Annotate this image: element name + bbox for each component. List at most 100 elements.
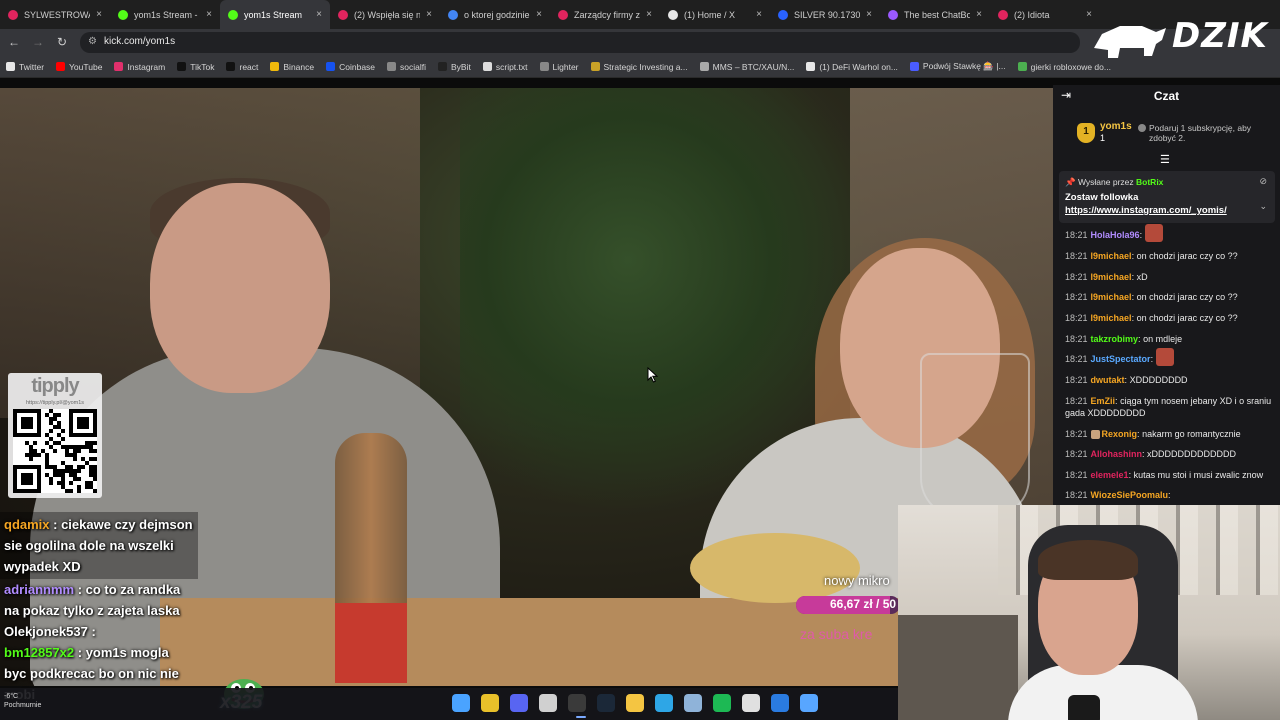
- xcode-icon[interactable]: [771, 694, 789, 712]
- message-user[interactable]: takzrobimy: [1091, 334, 1139, 344]
- message-user[interactable]: elemele1: [1091, 470, 1129, 480]
- bookmark-item[interactable]: TikTok: [177, 62, 214, 72]
- bookmark-label: MMS – BTC/XAU/N...: [712, 61, 795, 72]
- bookmark-item[interactable]: (1) DeFi Warhol on...: [806, 62, 898, 72]
- bookmark-favicon-icon: [438, 62, 448, 71]
- overlay-user: bm12857x2: [4, 645, 75, 660]
- browser-tab[interactable]: (2) Idiota ×: [990, 0, 1100, 29]
- tab-title: yom1s Stream - W: [134, 9, 200, 20]
- bookmark-favicon-icon: [539, 62, 549, 71]
- sync-icon[interactable]: [655, 694, 673, 712]
- tab-favicon-icon: [8, 9, 18, 20]
- close-tab-icon[interactable]: ×: [976, 9, 982, 20]
- bookmark-item[interactable]: react: [226, 62, 258, 72]
- bookmark-item[interactable]: Twitter: [6, 62, 44, 72]
- message-user[interactable]: l9michael: [1091, 313, 1132, 323]
- forward-arrow-icon[interactable]: →: [30, 35, 46, 49]
- donation-goal-widget: nowy mikro 66,67 zł / 50 za suba kre: [796, 570, 900, 650]
- pinned-bot-name[interactable]: BotRix: [1136, 177, 1163, 187]
- gift-sub-prompt[interactable]: Podaruj 1 subskrypcję, aby zdobyć 2.: [1139, 123, 1275, 143]
- close-tab-icon[interactable]: ×: [756, 9, 762, 20]
- bookmark-label: Coinbase: [339, 61, 376, 72]
- overlay-user: Olekjonek537: [4, 624, 88, 639]
- bookmark-item[interactable]: Coinbase: [326, 62, 375, 72]
- discord-icon[interactable]: [510, 694, 528, 712]
- chat-header: ⇥ Czat: [1053, 85, 1280, 107]
- bookmark-favicon-icon: [806, 62, 816, 71]
- bookmark-item[interactable]: Strategic Investing a...: [590, 62, 688, 72]
- bookmark-item[interactable]: Instagram: [114, 62, 165, 72]
- bookmark-item[interactable]: YouTube: [56, 62, 102, 72]
- url-text: kick.com/yom1s: [104, 36, 176, 47]
- tool-icon[interactable]: [684, 694, 702, 712]
- overlay-message: adriannmm : co to za randka na pokaz tyl…: [4, 582, 181, 618]
- site-info-icon[interactable]: ⚙: [88, 36, 97, 47]
- folder-icon[interactable]: [626, 694, 644, 712]
- browser-tab[interactable]: yom1s Stream - W ×: [110, 0, 220, 29]
- hide-pin-icon[interactable]: ⊘: [1259, 176, 1267, 187]
- pinned-sent-by: Wysłane przez: [1077, 177, 1134, 187]
- message-user[interactable]: l9michael: [1091, 292, 1132, 302]
- chat-message: 18:21 JustSpectator:: [1065, 347, 1277, 366]
- close-tab-icon[interactable]: ×: [866, 9, 872, 20]
- bookmark-favicon-icon: [56, 62, 66, 71]
- bookmark-item[interactable]: socialfi: [387, 62, 426, 72]
- bookmark-favicon-icon: [326, 62, 336, 71]
- message-user[interactable]: dwutakt: [1091, 375, 1125, 385]
- bookmark-item[interactable]: MMS – BTC/XAU/N...: [699, 61, 795, 72]
- close-tab-icon[interactable]: ×: [536, 9, 542, 20]
- close-tab-icon[interactable]: ×: [426, 9, 432, 20]
- close-tab-icon[interactable]: ×: [206, 9, 212, 20]
- app2-icon[interactable]: [742, 694, 760, 712]
- message-user[interactable]: JustSpectator: [1091, 354, 1151, 364]
- bookmark-item[interactable]: Lighter: [539, 62, 579, 72]
- pinned-message: 📌 Wysłane przez BotRix Zostaw followka h…: [1059, 171, 1275, 223]
- bookmark-item[interactable]: Podwój Stawkę 🎰 |...: [909, 61, 1006, 72]
- notepad-icon[interactable]: [800, 694, 818, 712]
- obs-icon[interactable]: [568, 694, 586, 712]
- browser-tab[interactable]: yom1s Stream ×: [220, 0, 330, 29]
- weather-widget[interactable]: -6°C Pochmurnie: [4, 692, 41, 710]
- message-user[interactable]: HolaHola96: [1091, 230, 1140, 240]
- close-tab-icon[interactable]: ×: [96, 9, 102, 20]
- message-user[interactable]: Allohashinn: [1091, 449, 1143, 459]
- browser-tab[interactable]: (1) Home / X ×: [660, 0, 770, 29]
- browser-tab[interactable]: SILVER 90.1730 ▼ ×: [770, 0, 880, 29]
- bookmark-item[interactable]: script.txt: [482, 62, 528, 72]
- tab-favicon-icon: [118, 9, 128, 20]
- spotify-icon[interactable]: [713, 694, 731, 712]
- message-user[interactable]: Rexonig: [1102, 429, 1138, 439]
- gifter-username[interactable]: yom1s: [1100, 121, 1132, 132]
- chat-message: 18:21 takzrobimy: on mdleje: [1065, 333, 1183, 344]
- message-text: on chodzi jarac czy co ??: [1136, 251, 1238, 262]
- chevron-down-icon[interactable]: ⌄: [1259, 201, 1267, 212]
- bookmark-item[interactable]: ByBit: [438, 62, 471, 72]
- tab-favicon-icon: [448, 9, 458, 20]
- browser-tab[interactable]: (2) Wspięła się na ×: [330, 0, 440, 29]
- browser-tab[interactable]: Zarządcy firmy z C ×: [550, 0, 660, 29]
- browser-tab[interactable]: SYLWESTROWA S ×: [0, 0, 110, 29]
- browser-tab[interactable]: The best ChatBo ×: [880, 0, 990, 29]
- reload-icon[interactable]: ↻: [54, 35, 70, 49]
- back-arrow-icon[interactable]: ←: [6, 35, 22, 49]
- man-face: [150, 183, 330, 393]
- steam-icon[interactable]: [597, 694, 615, 712]
- pinned-link[interactable]: https://www.instagram.com/_yomis/: [1065, 204, 1227, 217]
- chrome-icon[interactable]: [481, 694, 499, 712]
- bookmark-item[interactable]: Binance: [270, 62, 314, 72]
- message-user[interactable]: WiozeSiePoomalu: [1091, 490, 1168, 500]
- url-field[interactable]: ⚙ kick.com/yom1s: [80, 32, 1080, 53]
- chat-filter-icon[interactable]: ☰: [1160, 153, 1170, 166]
- message-text: xD: [1136, 271, 1148, 282]
- windows-start-icon[interactable]: [452, 694, 470, 712]
- message-user[interactable]: EmZii: [1091, 396, 1116, 406]
- close-tab-icon[interactable]: ×: [316, 9, 322, 20]
- app-icon[interactable]: [539, 694, 557, 712]
- message-user[interactable]: l9michael: [1091, 251, 1132, 261]
- address-bar-row: ← → ↻ ⚙ kick.com/yom1s: [0, 29, 1280, 56]
- message-user[interactable]: l9michael: [1091, 272, 1132, 282]
- tipply-title: tipply: [31, 375, 79, 397]
- browser-tab[interactable]: o ktorej godzinie ×: [440, 0, 550, 29]
- bookmark-favicon-icon: [114, 62, 124, 71]
- close-tab-icon[interactable]: ×: [646, 9, 652, 20]
